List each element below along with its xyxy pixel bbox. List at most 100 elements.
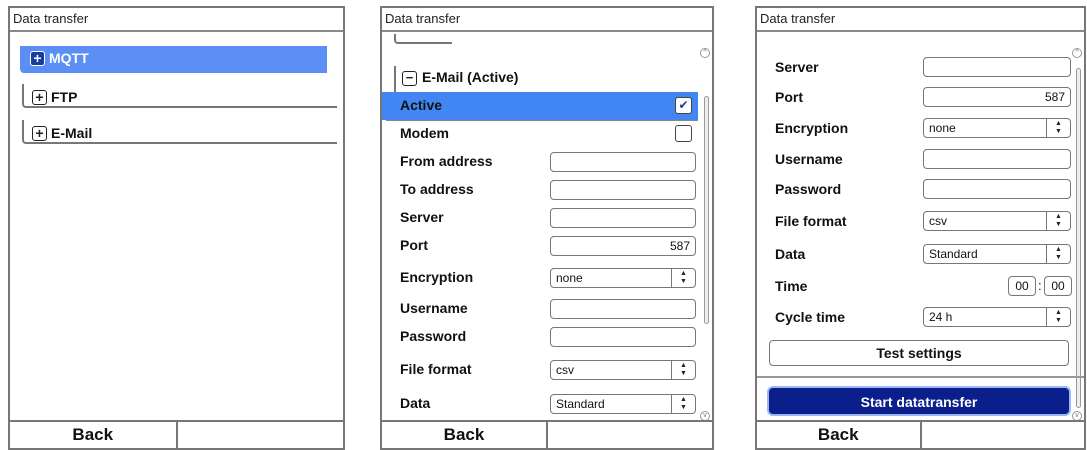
username-input[interactable] [550, 299, 696, 319]
row-file-format: File format csv ▲ ▼ [382, 356, 712, 384]
group-label: E-Mail (Active) [422, 69, 519, 85]
row-label: Data [775, 246, 806, 262]
to-address-input[interactable] [550, 180, 696, 200]
file-format-value: csv [929, 214, 947, 228]
row-to-address: To address [382, 176, 712, 204]
tree-item-label: FTP [51, 89, 78, 105]
row-modem: Modem [382, 120, 712, 148]
port-input[interactable]: 587 [550, 236, 696, 256]
softkey-bar: Back [10, 420, 343, 448]
tree-item-partial [394, 34, 452, 44]
row-server: Server [382, 204, 712, 232]
row-from-address: From address [382, 148, 712, 176]
row-label: To address [400, 181, 474, 197]
data-value: Standard [929, 247, 978, 261]
encryption-value: none [929, 121, 956, 135]
row-label: Encryption [775, 120, 849, 136]
row-cycle-time: Cycle time 24 h ▲ ▼ [757, 304, 1084, 332]
row-encryption: Encryption none ▲ ▼ [757, 115, 1084, 143]
row-label: File format [775, 213, 847, 229]
port-input[interactable]: 587 [923, 87, 1071, 107]
screen-data-transfer-list: Data transfer + MQTT + FTP + E-Mail Back [8, 6, 345, 450]
active-checkbox[interactable]: ✔ [675, 97, 692, 114]
row-label: Password [400, 328, 467, 344]
encryption-value: none [556, 271, 583, 285]
row-label: From address [400, 153, 493, 169]
row-username: Username [757, 146, 1084, 174]
encryption-select[interactable]: none ▲ ▼ [923, 118, 1071, 138]
minus-icon[interactable]: − [402, 71, 417, 86]
softkey-bar: Back [382, 420, 712, 448]
softkey-right[interactable] [546, 422, 712, 448]
divider [757, 376, 1084, 378]
softkey-right[interactable] [175, 422, 344, 448]
row-port: Port 587 [757, 84, 1084, 112]
updown-arrow-icon: ▲ ▼ [1046, 119, 1070, 137]
row-active[interactable]: Active ✔ [382, 92, 698, 120]
row-label: Username [400, 300, 468, 316]
row-label: Username [775, 151, 843, 167]
time-minutes-input[interactable]: 00 [1044, 276, 1072, 296]
row-label: Active [400, 97, 443, 113]
tree-item-label: MQTT [49, 50, 89, 66]
updown-arrow-icon: ▲ ▼ [1046, 245, 1070, 263]
modem-checkbox[interactable] [675, 125, 692, 142]
data-select[interactable]: Standard ▲ ▼ [550, 394, 696, 414]
softkey-bar: Back [757, 420, 1084, 448]
time-separator: : [1038, 278, 1042, 293]
updown-arrow-icon: ▲ ▼ [1046, 212, 1070, 230]
row-label: Encryption [400, 269, 474, 285]
password-input[interactable] [550, 327, 696, 347]
plus-icon: + [32, 90, 47, 105]
server-input[interactable] [923, 57, 1071, 77]
cycle-time-value: 24 h [929, 310, 953, 324]
tree-item-email[interactable]: + E-Mail [22, 120, 337, 144]
time-hours-input[interactable]: 00 [1008, 276, 1036, 296]
screen-email-settings: Data transfer ^ − E-Mail (Active) Active… [380, 6, 714, 450]
cycle-time-select[interactable]: 24 h ▲ ▼ [923, 307, 1071, 327]
row-password: Password [757, 176, 1084, 204]
screen-title: Data transfer [757, 8, 1084, 32]
screen-email-settings-scrolled: Data transfer ^ Server Port 587 Encrypti… [755, 6, 1086, 450]
row-label: Modem [400, 125, 449, 141]
encryption-select[interactable]: none ▲ ▼ [550, 268, 696, 288]
row-label: Port [775, 89, 803, 105]
updown-arrow-icon: ▲ ▼ [671, 361, 695, 379]
screen-title: Data transfer [10, 8, 343, 32]
back-button[interactable]: Back [757, 422, 920, 448]
row-username: Username [382, 295, 712, 323]
start-datatransfer-button[interactable]: Start datatransfer [769, 388, 1069, 414]
file-format-value: csv [556, 363, 574, 377]
row-label: Password [775, 181, 842, 197]
file-format-select[interactable]: csv ▲ ▼ [550, 360, 696, 380]
server-input[interactable] [550, 208, 696, 228]
row-server: Server [757, 54, 1084, 82]
row-port: Port 587 [382, 232, 712, 260]
data-value: Standard [556, 397, 605, 411]
row-encryption: Encryption none ▲ ▼ [382, 264, 712, 292]
row-label: File format [400, 361, 472, 377]
test-settings-button[interactable]: Test settings [769, 340, 1069, 366]
file-format-select[interactable]: csv ▲ ▼ [923, 211, 1071, 231]
updown-arrow-icon: ▲ ▼ [1046, 308, 1070, 326]
back-button[interactable]: Back [382, 422, 546, 448]
row-file-format: File format csv ▲ ▼ [757, 208, 1084, 236]
scroll-up-icon[interactable]: ^ [700, 48, 710, 58]
data-select[interactable]: Standard ▲ ▼ [923, 244, 1071, 264]
updown-arrow-icon: ▲ ▼ [671, 395, 695, 413]
from-address-input[interactable] [550, 152, 696, 172]
updown-arrow-icon: ▲ ▼ [671, 269, 695, 287]
row-label: Server [775, 59, 819, 75]
row-label: Server [400, 209, 444, 225]
screen-title: Data transfer [382, 8, 712, 32]
username-input[interactable] [923, 149, 1071, 169]
tree-item-mqtt[interactable]: + MQTT [20, 46, 327, 73]
row-label: Time [775, 278, 808, 294]
back-button[interactable]: Back [10, 422, 176, 448]
tree-item-ftp[interactable]: + FTP [22, 84, 337, 108]
row-data: Data Standard ▲ ▼ [757, 241, 1084, 269]
plus-icon: + [30, 51, 45, 66]
row-label: Port [400, 237, 428, 253]
softkey-right[interactable] [919, 422, 1085, 448]
password-input[interactable] [923, 179, 1071, 199]
